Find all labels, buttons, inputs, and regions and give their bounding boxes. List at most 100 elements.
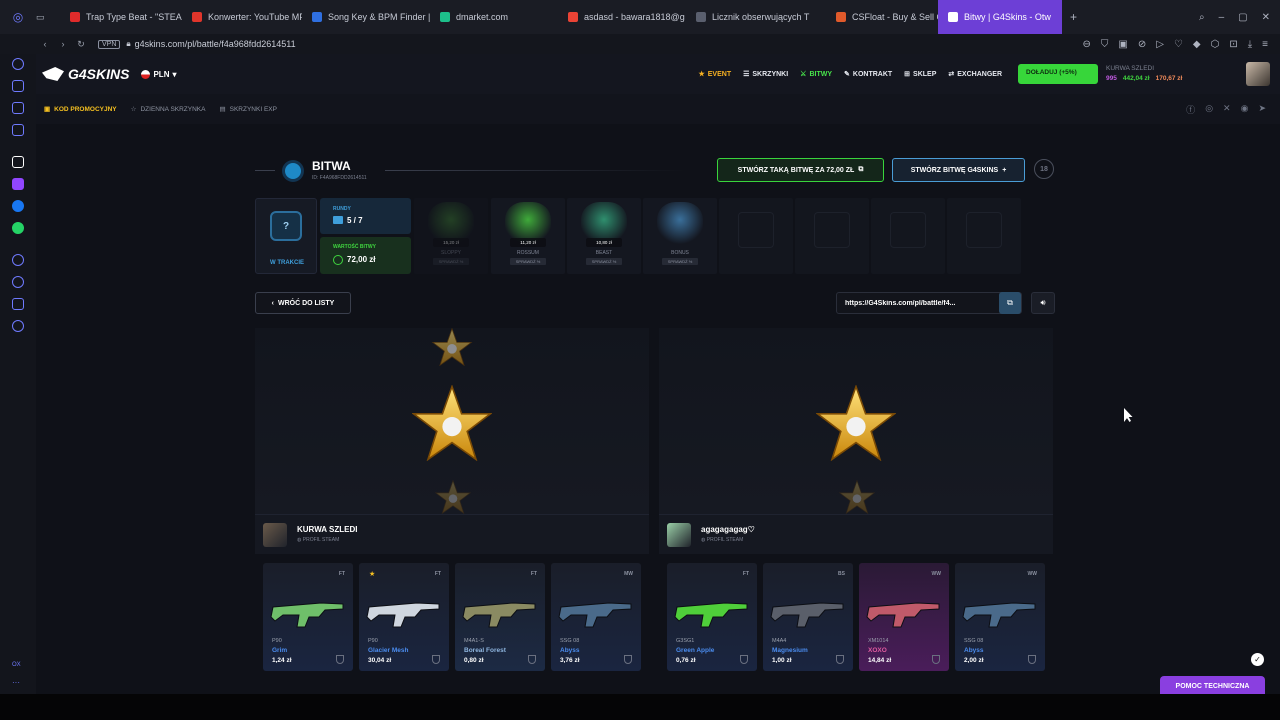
opera-menu-icon[interactable]: ◎	[0, 10, 36, 24]
lock-icon: 🔒︎	[126, 39, 131, 48]
wallet-icon[interactable]: ⊡	[1229, 39, 1237, 50]
drop-card[interactable]: FT P90 Grim 1,24 zł	[263, 563, 353, 671]
extensions-icon[interactable]: ⬡	[1211, 39, 1220, 50]
play-icon[interactable]: ▷	[1156, 39, 1164, 50]
steam-profile-link[interactable]: ◍ PROFIL STEAM	[297, 537, 339, 543]
browser-tab[interactable]: Konwerter: YouTube MP3	[182, 0, 302, 34]
drop-card[interactable]: ★ FT P90 Glacier Mesh 30,04 zł	[359, 563, 449, 671]
minimize-icon[interactable]: –	[1219, 12, 1225, 23]
logo-icon	[42, 67, 64, 81]
account-summary[interactable]: KURWA SZLEDI 995 442,04 zł 170,67 zł	[1106, 64, 1182, 84]
telegram-icon[interactable]: ➤	[1258, 103, 1266, 116]
history-icon[interactable]	[12, 58, 24, 70]
aria-icon[interactable]	[12, 80, 24, 92]
deposit-button[interactable]: DOŁADUJ (+5%)	[1018, 64, 1098, 84]
battle-link-field[interactable]: https://G4Skins.com/pl/battle/f4... ⧉	[836, 292, 1022, 314]
tab-list-icon[interactable]: ▭	[36, 12, 60, 23]
skin-name: Boreal Forest	[464, 647, 506, 654]
browser-tab[interactable]: Bitwy | G4Skins - Otw	[938, 0, 1062, 34]
player-card[interactable]: agagagagag♡ ◍ PROFIL STEAM	[659, 514, 1053, 554]
battle-case[interactable]: BONUS SPRAWDŹ %	[643, 198, 717, 274]
new-tab-button[interactable]: +	[1070, 10, 1077, 24]
maximize-icon[interactable]: ▢	[1238, 12, 1247, 23]
settings-icon[interactable]	[12, 320, 24, 332]
drop-card[interactable]: FT G3SG1 Green Apple 0,76 zł	[667, 563, 757, 671]
forward-icon[interactable]: ›	[54, 39, 72, 49]
snapshot-icon[interactable]: ▣	[1118, 39, 1127, 50]
workspace-icon[interactable]	[12, 124, 24, 136]
nav-battles[interactable]: ⚔︎ BITWY	[800, 70, 832, 79]
twitch-icon[interactable]	[12, 178, 24, 190]
back-icon[interactable]: ‹	[36, 39, 54, 49]
drop-card[interactable]: WW XM1014 XOXO 14,84 zł	[859, 563, 949, 671]
x-icon[interactable]: ✕	[1223, 103, 1231, 116]
browser-tab[interactable]: Song Key & BPM Finder |	[302, 0, 430, 34]
url-field[interactable]: g4skins.com/pl/battle/f4a968fdd2614511	[135, 39, 1083, 49]
back-to-list-button[interactable]: ‹ WRÓĆ DO LISTY	[255, 292, 351, 314]
currency-selector[interactable]: PLN ▾	[141, 69, 176, 79]
facebook-icon[interactable]: ⓕ	[1186, 103, 1195, 116]
weapon-image	[270, 602, 344, 628]
promo-code-link[interactable]: ▣ KOD PROMOCYJNY	[44, 105, 117, 114]
heart-icon[interactable]: ♡	[1174, 39, 1183, 50]
check-odds-button[interactable]: SPRAWDŹ %	[510, 258, 546, 265]
tools-icon[interactable]	[12, 298, 24, 310]
vpn-badge[interactable]: VPN	[98, 39, 121, 49]
create-battle-button[interactable]: STWÓRZ BITWĘ G4SKINS +	[892, 158, 1025, 182]
browser-tab[interactable]: Licznik obserwujących T	[686, 0, 826, 34]
player-card[interactable]: KURWA SZLEDI ◍ PROFIL STEAM	[255, 514, 649, 554]
app-icon-a[interactable]	[12, 156, 24, 168]
sound-toggle-button[interactable]: 🔊︎	[1031, 292, 1055, 314]
browser-tab[interactable]: CSFloat - Buy & Sell CS2	[826, 0, 938, 34]
case-name: ROSSUM	[517, 250, 539, 256]
drop-card[interactable]: FT M4A1-S Boreal Forest 0,80 zł	[455, 563, 545, 671]
battle-case[interactable]: 11,20 zł ROSSUM SPRAWDŹ %	[491, 198, 565, 274]
daily-case-link[interactable]: ☆ DZIENNA SKRZYNKA	[131, 105, 206, 114]
support-button[interactable]: POMOC TECHNICZNA	[1160, 676, 1265, 696]
copy-link-button[interactable]: ⧉	[999, 292, 1021, 314]
browser-tab[interactable]: Trap Type Beat - "STEAD	[60, 0, 182, 34]
chat-check-icon[interactable]: ✓	[1251, 653, 1264, 666]
reload-icon[interactable]: ↻	[72, 39, 90, 50]
player-avatar[interactable]	[263, 523, 287, 547]
check-odds-button[interactable]: SPRAWDŹ %	[586, 258, 622, 265]
weapon-name: M4A4	[772, 638, 787, 644]
drop-card[interactable]: MW SSG 08 Abyss 3,76 zł	[551, 563, 641, 671]
exp-cases-link[interactable]: ▤ SKRZYNKI EXP	[219, 105, 276, 114]
instagram-icon[interactable]: ◎	[1205, 103, 1213, 116]
close-icon[interactable]: ✕	[1262, 12, 1270, 23]
download-icon[interactable]: ⤓	[1248, 39, 1252, 50]
drop-card[interactable]: BS M4A4 Magnesium 1,00 zł	[763, 563, 853, 671]
vpn-icon[interactable]: ◆	[1193, 39, 1201, 50]
nav-event[interactable]: ★ EVENT	[698, 70, 731, 79]
drop-card[interactable]: WW SSG 08 Abyss 2,00 zł	[955, 563, 1045, 671]
check-odds-button[interactable]: SPRAWDŹ %	[433, 258, 469, 265]
user-avatar[interactable]	[1246, 62, 1270, 86]
notes-icon[interactable]	[12, 102, 24, 114]
zoom-icon[interactable]: ⊖	[1083, 39, 1091, 50]
battle-case[interactable]: 15,20 zł SLOPPY SPRAWDŹ %	[414, 198, 488, 274]
site-logo[interactable]: G4SKINS	[42, 66, 129, 82]
browser-tab[interactable]: asdasd - bawara1818@g	[558, 0, 686, 34]
check-odds-button[interactable]: SPRAWDŹ %	[662, 258, 698, 265]
adblock-icon[interactable]: ⊘	[1138, 39, 1146, 50]
browser-tab[interactable]: dmarket.com	[430, 0, 558, 34]
nav-cases[interactable]: ☰ SKRZYNKI	[743, 70, 788, 79]
nav-contract[interactable]: ✎ KONTRAKT	[844, 70, 892, 79]
steam-profile-link[interactable]: ◍ PROFIL STEAM	[701, 537, 743, 543]
player-avatar[interactable]	[667, 523, 691, 547]
messenger-icon[interactable]	[12, 200, 24, 212]
player-icon[interactable]	[12, 254, 24, 266]
nav-exchanger[interactable]: ⇄ EXCHANGER	[948, 70, 1002, 79]
nav-shop[interactable]: ⊞ SKLEP	[904, 70, 936, 79]
search-tabs-icon[interactable]: ⌕	[1199, 12, 1205, 23]
create-same-battle-button[interactable]: STWÓRZ TAKĄ BITWĘ ZA 72,00 ZŁ ⧉	[717, 158, 884, 182]
menu-icon[interactable]: ≡	[1262, 39, 1268, 50]
item-condition: FT	[530, 571, 537, 577]
whatsapp-icon[interactable]	[12, 222, 24, 234]
discord-icon[interactable]: ◉	[1241, 103, 1249, 116]
shield-icon[interactable]: ⛉	[1101, 39, 1109, 50]
more-icon[interactable]: ···	[12, 678, 20, 687]
clock-icon[interactable]	[12, 276, 24, 288]
battle-case[interactable]: 10,80 zł BEAST SPRAWDŹ %	[567, 198, 641, 274]
